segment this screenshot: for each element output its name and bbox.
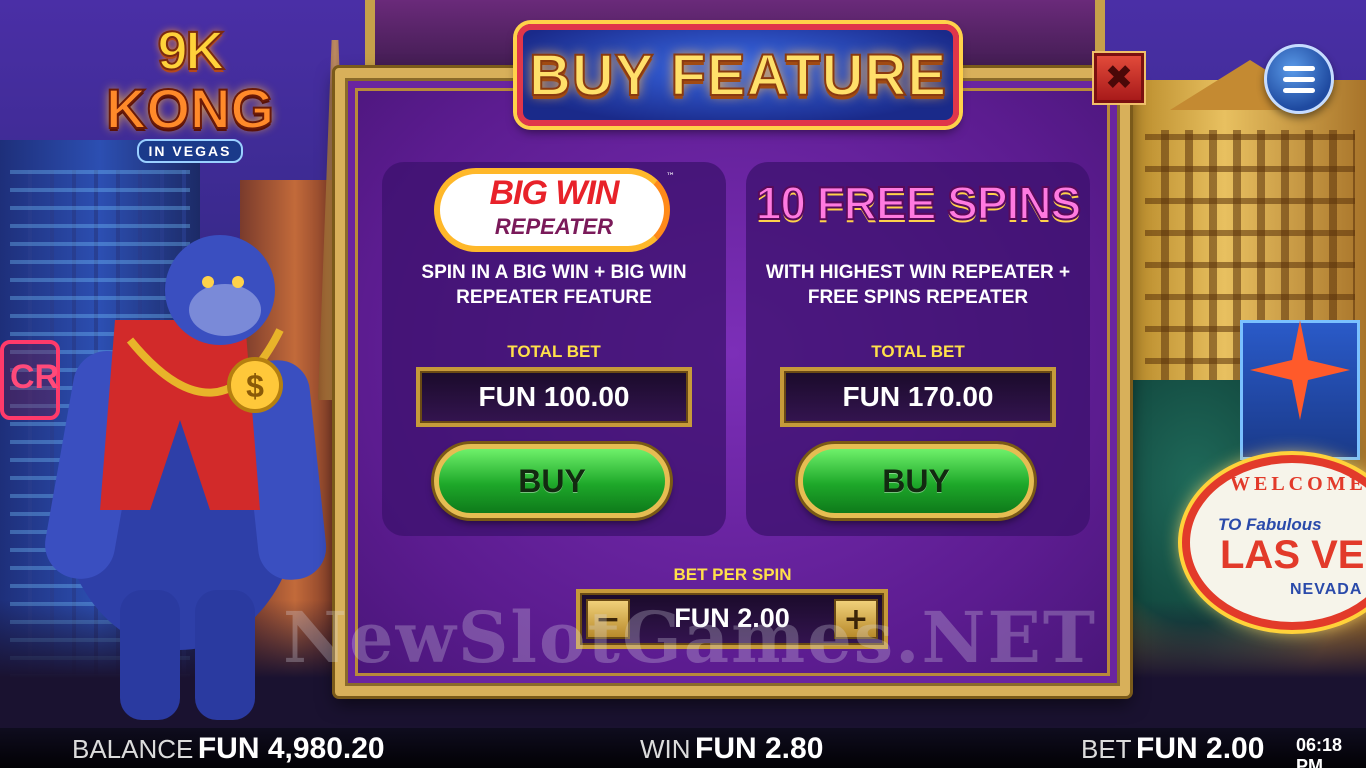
watermark: NewSlotGames.NET <box>283 596 1097 679</box>
buy-free-spins-button[interactable]: BUY <box>798 444 1034 518</box>
popup-title-plate: BUY FEATURE <box>517 24 959 126</box>
bet-per-spin-label: BET PER SPIN <box>673 565 792 584</box>
bet-label: BET <box>1081 734 1132 764</box>
logo-9k: 9K <box>156 20 225 82</box>
feature-description: WITH HIGHEST WIN REPEATER + FREE SPINS R… <box>765 262 1071 308</box>
free-spins-logo: 10 FREE SPINS <box>755 176 1082 230</box>
big-win-repeater-logo: BIG WIN REPEATER ™ <box>434 168 675 252</box>
close-button[interactable]: ✖ <box>1094 53 1144 103</box>
status-bar: BALANCE FUN 4,980.20 WIN FUN 2.80 BET FU… <box>0 728 1366 768</box>
sign-to-text: TO Fabulous <box>1218 515 1322 534</box>
win-readout: WIN FUN 2.80 <box>640 732 823 766</box>
balance-readout: BALANCE FUN 4,980.20 <box>72 732 385 766</box>
win-value: FUN 2.80 <box>695 732 824 765</box>
feature-card-big-win-repeater: BIG WIN REPEATER ™ SPIN IN A BIG WIN + B… <box>382 162 726 536</box>
logo-in-vegas: IN VEGAS <box>136 139 244 163</box>
total-bet-display: FUN 170.00 <box>780 367 1056 427</box>
total-bet-label: TOTAL BET <box>507 342 601 361</box>
logo-repeater-text: REPEATER <box>494 214 614 239</box>
logo-big-win-text: BIG WIN <box>489 174 620 212</box>
bet-value: FUN 2.00 <box>1136 732 1265 765</box>
feature-card-free-spins: 10 FREE SPINS WITH HIGHEST WIN REPEATER … <box>746 162 1090 536</box>
close-icon: ✖ <box>1104 58 1134 98</box>
win-label: WIN <box>640 734 691 764</box>
clock: 06:18 PM <box>1296 735 1343 768</box>
popup-title: BUY FEATURE <box>528 42 948 109</box>
bet-readout: BET FUN 2.00 <box>1081 732 1264 766</box>
buy-big-win-repeater-button[interactable]: BUY <box>434 444 670 518</box>
total-bet-value: FUN 170.00 <box>842 381 994 412</box>
sign-las-vegas-text: LAS VE <box>1220 533 1365 577</box>
total-bet-display: FUN 100.00 <box>416 367 692 427</box>
buy-button-label: BUY <box>518 462 586 499</box>
sign-welcome-text: WELCOME <box>1230 473 1366 495</box>
sign-nevada-text: NEVADA <box>1290 581 1363 598</box>
hamburger-menu-icon[interactable] <box>1264 44 1334 114</box>
total-bet-label: TOTAL BET <box>871 342 965 361</box>
balance-value: FUN 4,980.20 <box>197 732 385 765</box>
svg-text:$: $ <box>246 368 264 404</box>
trademark-symbol: ™ <box>666 172 675 182</box>
logo-kong: KONG <box>105 76 275 141</box>
feature-description: SPIN IN A BIG WIN + BIG WIN REPEATER FEA… <box>421 262 687 308</box>
total-bet-value: FUN 100.00 <box>478 381 630 412</box>
balance-label: BALANCE <box>72 734 194 764</box>
game-logo: 9K KONG IN VEGAS <box>90 20 290 200</box>
buy-button-label: BUY <box>882 462 950 499</box>
